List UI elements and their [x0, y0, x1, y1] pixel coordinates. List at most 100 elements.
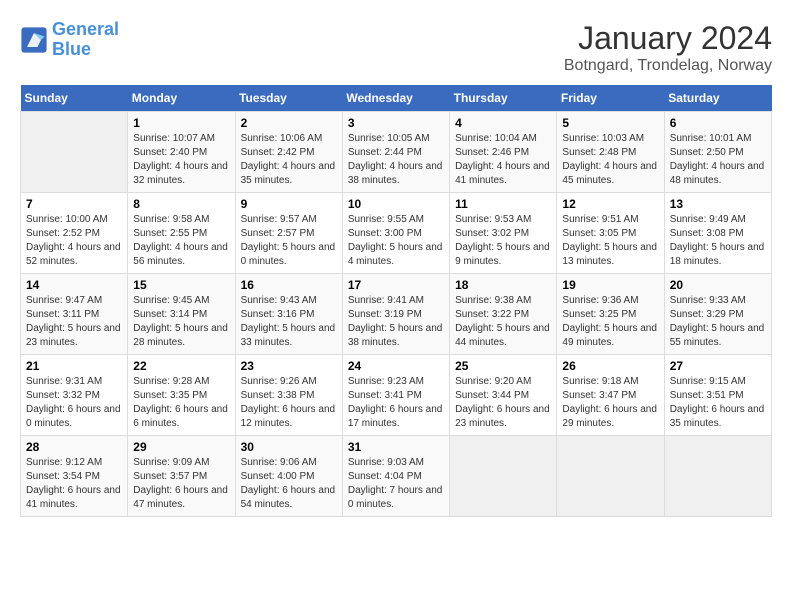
day-number: 9 — [241, 197, 337, 211]
day-number: 1 — [133, 116, 229, 130]
title-section: January 2024 Botngard, Trondelag, Norway — [564, 20, 772, 75]
day-info: Sunrise: 9:28 AMSunset: 3:35 PMDaylight:… — [133, 375, 229, 431]
day-info: Sunrise: 9:33 AMSunset: 3:29 PMDaylight:… — [670, 294, 766, 350]
day-number: 24 — [348, 359, 444, 373]
day-number: 2 — [241, 116, 337, 130]
calendar-header: SundayMondayTuesdayWednesdayThursdayFrid… — [21, 85, 772, 112]
day-number: 8 — [133, 197, 229, 211]
day-number: 16 — [241, 278, 337, 292]
calendar-table: SundayMondayTuesdayWednesdayThursdayFrid… — [20, 85, 772, 517]
day-info: Sunrise: 9:12 AMSunset: 3:54 PMDaylight:… — [26, 456, 122, 512]
day-info: Sunrise: 9:18 AMSunset: 3:47 PMDaylight:… — [562, 375, 658, 431]
calendar-cell: 2 Sunrise: 10:06 AMSunset: 2:42 PMDayligh… — [235, 112, 342, 193]
calendar-cell: 15 Sunrise: 9:45 AMSunset: 3:14 PMDayligh… — [128, 274, 235, 355]
calendar-cell: 5 Sunrise: 10:03 AMSunset: 2:48 PMDayligh… — [557, 112, 664, 193]
calendar-cell: 6Sunrise: 10:01 AMSunset: 2:50 PMDayligh… — [664, 112, 771, 193]
day-info: Sunrise: 9:51 AMSunset: 3:05 PMDaylight:… — [562, 213, 658, 269]
header-day-wednesday: Wednesday — [342, 85, 449, 112]
week-row-5: 28 Sunrise: 9:12 AMSunset: 3:54 PMDayligh… — [21, 436, 772, 517]
day-info: Sunrise: 9:20 AMSunset: 3:44 PMDaylight:… — [455, 375, 551, 431]
day-number: 25 — [455, 359, 551, 373]
day-number: 10 — [348, 197, 444, 211]
day-info: Sunrise: 9:57 AMSunset: 2:57 PMDaylight:… — [241, 213, 337, 269]
header-day-thursday: Thursday — [450, 85, 557, 112]
calendar-cell: 27 Sunrise: 9:15 AMSunset: 3:51 PMDayligh… — [664, 355, 771, 436]
calendar-cell: 24Sunrise: 9:23 AMSunset: 3:41 PMDayligh… — [342, 355, 449, 436]
header-day-sunday: Sunday — [21, 85, 128, 112]
calendar-cell — [450, 436, 557, 517]
day-number: 15 — [133, 278, 229, 292]
calendar-cell: 26 Sunrise: 9:18 AMSunset: 3:47 PMDayligh… — [557, 355, 664, 436]
day-number: 14 — [26, 278, 122, 292]
day-info: Sunrise: 9:09 AMSunset: 3:57 PMDaylight:… — [133, 456, 229, 512]
day-number: 28 — [26, 440, 122, 454]
day-info: Sunrise: 9:36 AMSunset: 3:25 PMDaylight:… — [562, 294, 658, 350]
week-row-4: 21 Sunrise: 9:31 AMSunset: 3:32 PMDayligh… — [21, 355, 772, 436]
day-info: Sunrise: 9:26 AMSunset: 3:38 PMDaylight:… — [241, 375, 337, 431]
day-info: Sunrise: 10:07 AMSunset: 2:40 PMDaylight… — [133, 132, 229, 188]
logo-general: General — [52, 19, 119, 39]
day-number: 27 — [670, 359, 766, 373]
day-info: Sunrise: 9:55 AMSunset: 3:00 PMDaylight:… — [348, 213, 444, 269]
day-info: Sunrise: 9:41 AMSunset: 3:19 PMDaylight:… — [348, 294, 444, 350]
day-info: Sunrise: 9:47 AMSunset: 3:11 PMDaylight:… — [26, 294, 122, 350]
day-info: Sunrise: 10:03 AMSunset: 2:48 PMDaylight… — [562, 132, 658, 188]
calendar-cell — [21, 112, 128, 193]
header-day-saturday: Saturday — [664, 85, 771, 112]
day-info: Sunrise: 9:53 AMSunset: 3:02 PMDaylight:… — [455, 213, 551, 269]
calendar-cell: 1 Sunrise: 10:07 AMSunset: 2:40 PMDayligh… — [128, 112, 235, 193]
calendar-cell: 18Sunrise: 9:38 AMSunset: 3:22 PMDayligh… — [450, 274, 557, 355]
day-info: Sunrise: 10:01 AMSunset: 2:50 PMDaylight… — [670, 132, 766, 188]
day-info: Sunrise: 9:49 AMSunset: 3:08 PMDaylight:… — [670, 213, 766, 269]
day-info: Sunrise: 9:03 AMSunset: 4:04 PMDaylight:… — [348, 456, 444, 512]
day-info: Sunrise: 9:06 AMSunset: 4:00 PMDaylight:… — [241, 456, 337, 512]
calendar-cell: 30 Sunrise: 9:06 AMSunset: 4:00 PMDayligh… — [235, 436, 342, 517]
day-info: Sunrise: 9:43 AMSunset: 3:16 PMDaylight:… — [241, 294, 337, 350]
calendar-cell: 23 Sunrise: 9:26 AMSunset: 3:38 PMDayligh… — [235, 355, 342, 436]
logo-blue: Blue — [52, 39, 91, 59]
day-number: 19 — [562, 278, 658, 292]
day-number: 5 — [562, 116, 658, 130]
day-number: 26 — [562, 359, 658, 373]
day-info: Sunrise: 10:06 AMSunset: 2:42 PMDaylight… — [241, 132, 337, 188]
day-info: Sunrise: 9:58 AMSunset: 2:55 PMDaylight:… — [133, 213, 229, 269]
day-info: Sunrise: 9:31 AMSunset: 3:32 PMDaylight:… — [26, 375, 122, 431]
day-number: 12 — [562, 197, 658, 211]
day-number: 23 — [241, 359, 337, 373]
calendar-cell: 9 Sunrise: 9:57 AMSunset: 2:57 PMDaylight… — [235, 193, 342, 274]
calendar-subtitle: Botngard, Trondelag, Norway — [564, 57, 772, 75]
day-number: 31 — [348, 440, 444, 454]
calendar-cell — [664, 436, 771, 517]
week-row-2: 7Sunrise: 10:00 AMSunset: 2:52 PMDayligh… — [21, 193, 772, 274]
week-row-1: 1 Sunrise: 10:07 AMSunset: 2:40 PMDayligh… — [21, 112, 772, 193]
week-row-3: 14 Sunrise: 9:47 AMSunset: 3:11 PMDayligh… — [21, 274, 772, 355]
day-number: 21 — [26, 359, 122, 373]
calendar-cell: 29Sunrise: 9:09 AMSunset: 3:57 PMDayligh… — [128, 436, 235, 517]
day-info: Sunrise: 9:38 AMSunset: 3:22 PMDaylight:… — [455, 294, 551, 350]
logo: General Blue — [20, 20, 119, 60]
calendar-cell: 3 Sunrise: 10:05 AMSunset: 2:44 PMDayligh… — [342, 112, 449, 193]
calendar-cell: 31 Sunrise: 9:03 AMSunset: 4:04 PMDayligh… — [342, 436, 449, 517]
header-day-tuesday: Tuesday — [235, 85, 342, 112]
day-info: Sunrise: 9:45 AMSunset: 3:14 PMDaylight:… — [133, 294, 229, 350]
calendar-cell: 16 Sunrise: 9:43 AMSunset: 3:16 PMDayligh… — [235, 274, 342, 355]
calendar-cell — [557, 436, 664, 517]
day-number: 20 — [670, 278, 766, 292]
header-day-monday: Monday — [128, 85, 235, 112]
day-info: Sunrise: 10:04 AMSunset: 2:46 PMDaylight… — [455, 132, 551, 188]
day-number: 30 — [241, 440, 337, 454]
day-number: 7 — [26, 197, 122, 211]
day-number: 3 — [348, 116, 444, 130]
day-info: Sunrise: 10:05 AMSunset: 2:44 PMDaylight… — [348, 132, 444, 188]
calendar-cell: 21 Sunrise: 9:31 AMSunset: 3:32 PMDayligh… — [21, 355, 128, 436]
calendar-cell: 13Sunrise: 9:49 AMSunset: 3:08 PMDayligh… — [664, 193, 771, 274]
logo-icon — [20, 26, 48, 54]
day-number: 22 — [133, 359, 229, 373]
calendar-cell: 28 Sunrise: 9:12 AMSunset: 3:54 PMDayligh… — [21, 436, 128, 517]
calendar-body: 1 Sunrise: 10:07 AMSunset: 2:40 PMDayligh… — [21, 112, 772, 517]
calendar-cell: 10 Sunrise: 9:55 AMSunset: 3:00 PMDayligh… — [342, 193, 449, 274]
page-header: General Blue January 2024 Botngard, Tron… — [20, 20, 772, 75]
day-info: Sunrise: 9:15 AMSunset: 3:51 PMDaylight:… — [670, 375, 766, 431]
header-row: SundayMondayTuesdayWednesdayThursdayFrid… — [21, 85, 772, 112]
day-number: 11 — [455, 197, 551, 211]
